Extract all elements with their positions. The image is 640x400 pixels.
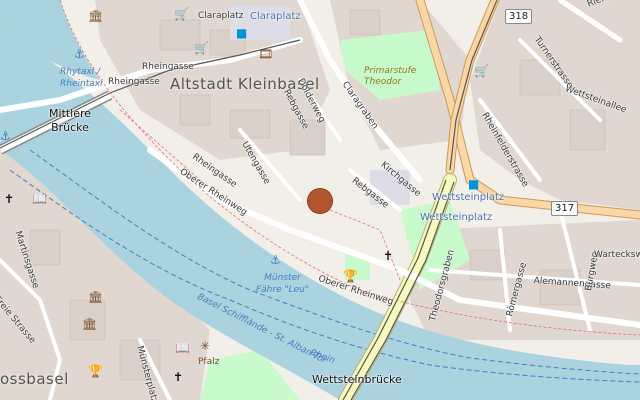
school-label: Primarstufe Theodor [364, 66, 417, 87]
church-icon: ✝ [173, 370, 184, 384]
viewpoint-icon: ✳ [200, 339, 211, 353]
anchor-icon: ⚓ [74, 47, 85, 61]
ferry-icon: 🏆 [343, 269, 358, 283]
poi-label: Pfalz [198, 357, 220, 367]
tram-stop-icon: ■ [468, 177, 480, 191]
road-ref-318: 318 [505, 9, 533, 24]
location-marker[interactable] [308, 189, 332, 213]
bridge-label: Mittlere Brücke [48, 107, 92, 134]
stop-label[interactable]: Claraplatz [250, 11, 301, 22]
stop-label[interactable]: Wettsteinplatz [432, 192, 504, 203]
street-label: Rheingasse [108, 77, 160, 87]
stop-label[interactable]: Wettsteinplatz [420, 212, 492, 223]
anchor-icon: ⚓ [270, 253, 281, 267]
street-label: Rheingasse [142, 62, 194, 72]
church-icon: ✝ [383, 249, 394, 263]
tram-stop-icon: ■ [236, 26, 248, 40]
museum-icon: 🏛 [82, 317, 98, 331]
ferry-icon: 🏆 [88, 364, 103, 378]
street-label: Wartecksweg [594, 250, 640, 260]
street-label: Claraplatz [198, 11, 244, 21]
museum-icon: 🏛 [88, 290, 104, 304]
anchor-icon: ⚓ [0, 129, 11, 143]
bridge-label: Wettsteinbrücke [312, 373, 402, 386]
shop-icon: 🛒 [474, 64, 489, 78]
map-view[interactable]: 318 317 Altstadt Kleinbasel ossbasel Mit… [0, 0, 640, 400]
library-icon: 📖 [32, 192, 47, 206]
ferry-label: Rhytaxi / Rheintaxi [60, 67, 103, 89]
museum-icon: 🏛 [88, 9, 104, 23]
shop-icon: 🛒 [174, 7, 189, 21]
ferry-label: Münster Fähre "Leu" [255, 273, 310, 295]
cinema-icon: 🎞 [258, 47, 274, 61]
library-icon: 📖 [175, 341, 190, 355]
church-icon: ✝ [4, 192, 15, 206]
district-label: ossbasel [0, 370, 69, 388]
road-ref-317: 317 [551, 201, 579, 216]
shop-icon: 🛒 [194, 41, 209, 55]
